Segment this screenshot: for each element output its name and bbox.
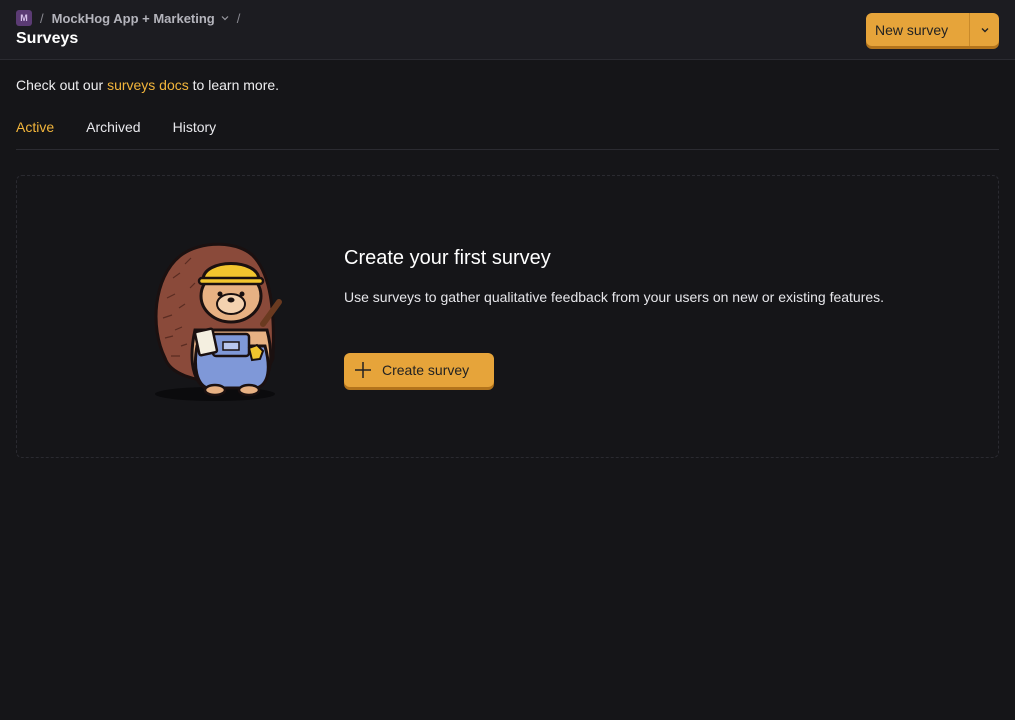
tab-archived[interactable]: Archived [86,118,140,150]
create-survey-label: Create survey [382,362,470,378]
breadcrumb: M / MockHog App + Marketing / [16,10,240,26]
create-survey-button[interactable]: Create survey [344,353,494,387]
empty-state-title: Create your first survey [344,247,551,269]
tab-bar: Active Archived History [16,118,999,150]
project-badge[interactable]: M [16,10,32,26]
intro-suffix: to learn more. [188,77,280,93]
page-title: Surveys [16,30,79,47]
chevron-down-icon [981,27,988,32]
empty-state-description: Use surveys to gather qualitative feedba… [344,289,885,305]
intro-prefix: Check out our [16,77,108,93]
hedgehog-builder-illustration [154,242,282,401]
plus-icon [355,362,371,378]
breadcrumb-separator: / [236,10,241,26]
tab-history[interactable]: History [173,118,217,150]
new-survey-dropdown[interactable] [969,13,999,46]
new-survey-label[interactable]: New survey [866,13,969,46]
chevron-down-icon [221,16,229,21]
top-bar: M / MockHog App + Marketing / Surveys Ne… [0,0,1015,60]
new-survey-button[interactable]: New survey [866,13,999,46]
breadcrumb-separator: / [40,10,44,26]
tab-active[interactable]: Active [16,118,54,150]
breadcrumb-project-label: MockHog App + Marketing [51,10,215,26]
breadcrumb-project[interactable]: MockHog App + Marketing [52,11,229,26]
surveys-docs-link[interactable]: surveys docs [107,77,189,93]
intro-text: Check out our surveys docs to learn more… [16,77,279,93]
